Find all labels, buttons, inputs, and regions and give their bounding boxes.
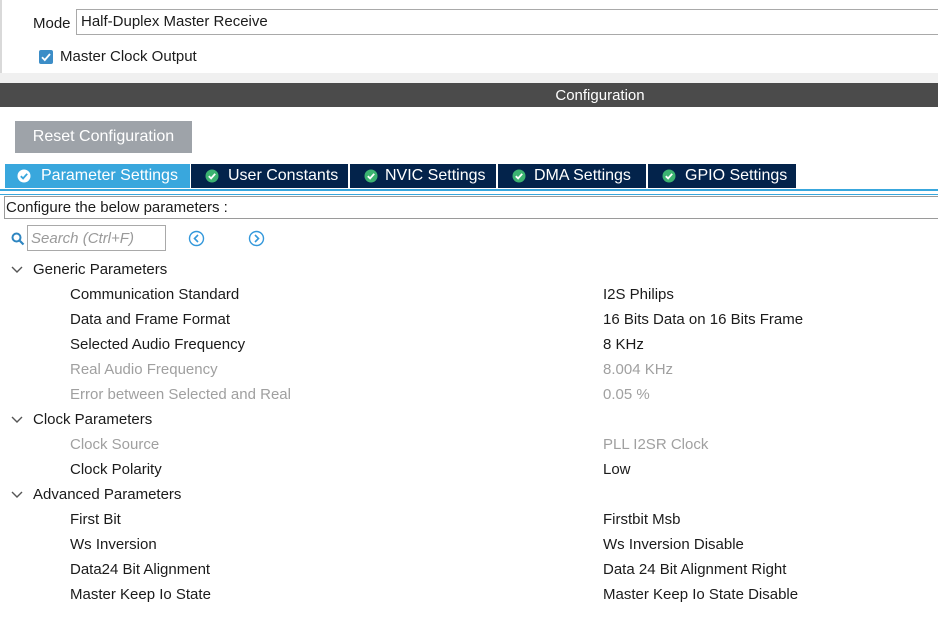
tab-parameter-settings[interactable]: Parameter Settings bbox=[5, 164, 190, 188]
param-row-ws-inversion[interactable]: Ws Inversion Ws Inversion Disable bbox=[0, 532, 938, 557]
param-row-data-and-frame-format[interactable]: Data and Frame Format 16 Bits Data on 16… bbox=[0, 307, 938, 332]
group-label: Clock Parameters bbox=[33, 411, 153, 428]
param-name: Selected Audio Frequency bbox=[70, 336, 246, 353]
tab-label: GPIO Settings bbox=[685, 167, 788, 184]
param-name: Ws Inversion bbox=[70, 536, 157, 553]
tab-label: Parameter Settings bbox=[41, 167, 178, 184]
param-row-master-keep-io-state[interactable]: Master Keep Io State Master Keep Io Stat… bbox=[0, 582, 938, 607]
param-row-selected-audio-frequency[interactable]: Selected Audio Frequency 8 KHz bbox=[0, 332, 938, 357]
param-name: Error between Selected and Real bbox=[70, 386, 291, 403]
param-value[interactable]: Data 24 Bit Alignment Right bbox=[603, 557, 786, 582]
configuration-header: Configuration bbox=[0, 83, 938, 107]
param-name: Communication Standard bbox=[70, 286, 240, 303]
check-circle-icon bbox=[662, 169, 676, 183]
param-name: First Bit bbox=[70, 511, 121, 528]
configure-instructions: Configure the below parameters : bbox=[4, 196, 938, 219]
section-divider bbox=[0, 73, 938, 83]
param-value[interactable]: 16 Bits Data on 16 Bits Frame bbox=[603, 307, 803, 332]
next-match-icon[interactable] bbox=[248, 230, 265, 247]
param-name: Clock Polarity bbox=[70, 461, 162, 478]
check-circle-icon bbox=[512, 169, 526, 183]
param-row-clock-polarity[interactable]: Clock Polarity Low bbox=[0, 457, 938, 482]
param-value[interactable]: I2S Philips bbox=[603, 282, 674, 307]
search-icon[interactable] bbox=[11, 232, 25, 246]
tab-dma-settings[interactable]: DMA Settings bbox=[498, 164, 646, 188]
left-edge-divider bbox=[0, 0, 2, 78]
tab-underline bbox=[0, 189, 938, 191]
master-clock-output-label: Master Clock Output bbox=[60, 48, 197, 65]
param-value[interactable]: 8 KHz bbox=[603, 332, 644, 357]
tab-gpio-settings[interactable]: GPIO Settings bbox=[648, 164, 796, 188]
param-row-first-bit[interactable]: First Bit Firstbit Msb bbox=[0, 507, 938, 532]
mode-select[interactable]: Half-Duplex Master Receive bbox=[76, 9, 938, 35]
param-value: 0.05 % bbox=[603, 386, 650, 403]
reset-configuration-button[interactable]: Reset Configuration bbox=[15, 121, 192, 153]
param-value[interactable]: Master Keep Io State Disable bbox=[603, 582, 798, 607]
param-row-real-audio-frequency: Real Audio Frequency 8.004 KHz bbox=[0, 357, 938, 382]
param-row-data24-bit-alignment[interactable]: Data24 Bit Alignment Data 24 Bit Alignme… bbox=[0, 557, 938, 582]
param-value: 8.004 KHz bbox=[603, 361, 674, 378]
param-value[interactable]: Ws Inversion Disable bbox=[603, 532, 744, 557]
param-name: Data24 Bit Alignment bbox=[70, 561, 211, 578]
param-name: Master Keep Io State bbox=[70, 586, 211, 603]
tab-user-constants[interactable]: User Constants bbox=[191, 164, 348, 188]
chevron-down-icon bbox=[11, 266, 23, 273]
configuration-title: Configuration bbox=[555, 87, 645, 104]
tab-label: NVIC Settings bbox=[385, 167, 486, 184]
param-name: Clock Source bbox=[70, 436, 160, 453]
param-name: Real Audio Frequency bbox=[70, 361, 218, 378]
master-clock-output-checkbox[interactable] bbox=[39, 50, 53, 64]
param-row-communication-standard[interactable]: Communication Standard I2S Philips bbox=[0, 282, 938, 307]
param-value: PLL I2SR Clock bbox=[603, 436, 709, 453]
param-name: Data and Frame Format bbox=[70, 311, 231, 328]
chevron-down-icon bbox=[11, 491, 23, 498]
check-circle-icon bbox=[205, 169, 219, 183]
check-circle-icon bbox=[364, 169, 378, 183]
param-value[interactable]: Firstbit Msb bbox=[603, 507, 681, 532]
param-value[interactable]: Low bbox=[603, 457, 631, 482]
chevron-down-icon bbox=[11, 416, 23, 423]
group-label: Generic Parameters bbox=[33, 261, 168, 278]
tab-label: User Constants bbox=[228, 167, 339, 184]
param-row-clock-source: Clock Source PLL I2SR Clock bbox=[0, 432, 938, 457]
mode-label: Mode bbox=[33, 15, 71, 32]
param-row-error-between-selected-and-real: Error between Selected and Real 0.05 % bbox=[0, 382, 938, 407]
tab-nvic-settings[interactable]: NVIC Settings bbox=[350, 164, 496, 188]
group-label: Advanced Parameters bbox=[33, 486, 182, 503]
check-circle-icon bbox=[17, 169, 31, 183]
tab-underline bbox=[0, 194, 938, 195]
search-input[interactable] bbox=[27, 225, 166, 251]
tab-label: DMA Settings bbox=[534, 167, 631, 184]
checkmark-icon bbox=[41, 53, 51, 62]
previous-match-icon[interactable] bbox=[188, 230, 205, 247]
